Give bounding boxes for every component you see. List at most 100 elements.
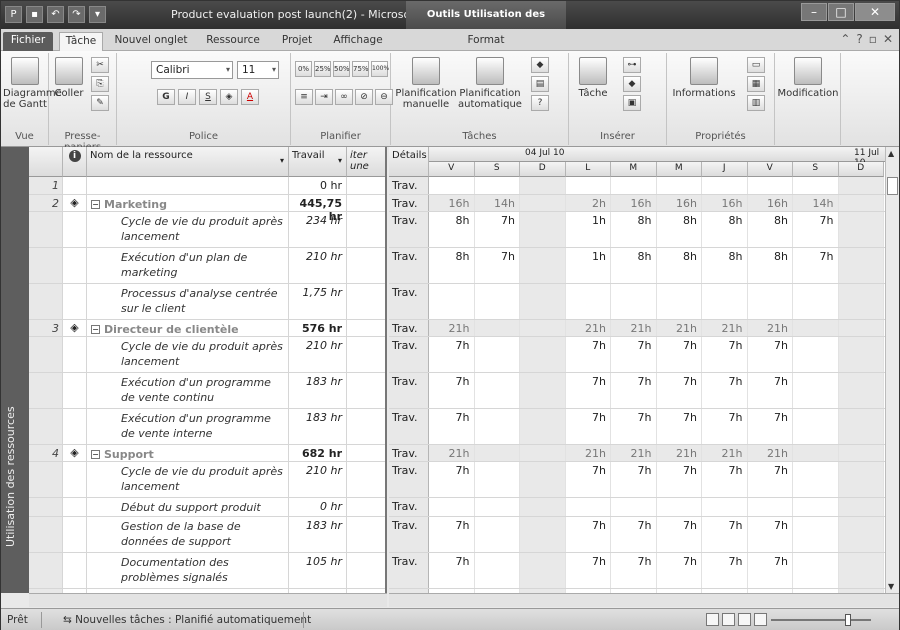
work-hours-cell[interactable]: 7h [566,409,611,444]
work-hours-cell[interactable] [793,284,839,319]
work-hours-cell[interactable] [475,337,520,372]
work-hours-cell[interactable]: 2h [565,195,611,211]
work-hours-cell[interactable] [793,409,839,444]
resource-name[interactable]: − Directeur de clientèle [87,320,289,336]
column-header-work[interactable]: Travail ▾ [289,147,347,177]
close-doc-icon[interactable]: ✕ [883,32,893,46]
tab-file[interactable]: Fichier [3,32,53,51]
work-hours-cell[interactable]: 8h [748,248,793,283]
work-hours-cell[interactable] [748,498,793,516]
work-value[interactable]: 234 hr [289,212,347,247]
work-hours-cell[interactable]: 8h [657,248,702,283]
row-id[interactable]: 3 [29,320,63,336]
work-hours-cell[interactable]: 7h [429,462,475,497]
inspect-icon[interactable]: ◆ [531,57,549,73]
work-hours-cell[interactable] [748,284,793,319]
resource-row[interactable]: Exécution d'un plan de marketing 210 hr [29,248,385,284]
column-header-name[interactable]: Nom de la ressource ▾ [87,147,289,177]
work-hours-cell[interactable] [429,284,475,319]
work-hours-cell[interactable] [838,498,884,516]
work-hours-cell[interactable] [520,320,566,336]
work-hours-cell[interactable] [793,462,839,497]
work-hours-cell[interactable]: 7h [702,462,748,497]
work-hours-cell[interactable]: 7h [657,553,702,588]
work-hours-cell[interactable] [520,498,566,516]
work-hours-cell[interactable] [520,248,566,283]
row-id[interactable] [29,337,63,372]
resource-row[interactable]: Cycle de vie du produit après lancement 2… [29,337,385,373]
work-hours-cell[interactable] [611,177,657,194]
day-header[interactable]: J [702,162,748,177]
resource-name[interactable]: Cycle de vie du produit après lancement [87,212,289,247]
work-hours-cell[interactable] [520,337,566,372]
day-header[interactable]: D [520,162,566,177]
work-value[interactable]: 210 hr [289,462,347,497]
work-hours-cell[interactable] [793,337,839,372]
work-hours-cell[interactable]: 8h [748,212,793,247]
resource-sheet-view-icon[interactable] [754,613,767,626]
work-hours-cell[interactable]: 7h [657,337,702,372]
work-hours-cell[interactable] [474,445,520,461]
row-id[interactable] [29,212,63,247]
work-hours-cell[interactable]: 16h [702,195,748,211]
row-id[interactable] [29,409,63,444]
fill-color-icon[interactable]: ◈ [220,89,238,105]
work-value[interactable]: 1,75 hr [289,284,347,319]
work-hours-cell[interactable] [793,445,839,461]
work-hours-cell[interactable]: 7h [566,373,611,408]
row-id[interactable] [29,553,63,588]
add-column-cell[interactable] [347,517,385,552]
work-hours-cell[interactable] [520,373,566,408]
work-hours-cell[interactable] [475,553,520,588]
paste-button[interactable]: Coller [53,57,85,99]
work-hours-cell[interactable]: 7h [429,373,475,408]
resource-row[interactable]: Cycle de vie du produit après lancement 2… [29,462,385,498]
work-hours-cell[interactable]: 7h [429,337,475,372]
filter-arrow-icon[interactable]: ▾ [338,156,342,165]
resource-row[interactable]: Documentation des problèmes signalés 105 … [29,553,385,589]
work-hours-cell[interactable]: 16h [429,195,475,211]
work-hours-cell[interactable] [793,553,839,588]
work-hours-cell[interactable] [520,284,566,319]
work-value[interactable]: 576 hr [289,320,347,336]
day-header[interactable]: S [474,162,520,177]
row-id[interactable]: 1 [29,177,63,194]
resource-row[interactable]: Cycle de vie du produit après lancement 2… [29,212,385,248]
font-size-combo[interactable]: 11 ▾ [237,61,279,79]
resource-row[interactable]: Processus d'analyse centrée sur le clien… [29,284,385,320]
collapse-icon[interactable]: − [91,200,100,209]
work-hours-cell[interactable]: 7h [611,517,657,552]
work-hours-cell[interactable] [838,409,884,444]
work-hours-cell[interactable]: 7h [611,337,657,372]
row-id[interactable] [29,248,63,283]
add-column-cell[interactable] [347,553,385,588]
add-to-timeline-icon[interactable]: ▥ [747,95,765,111]
gantt-chart-button[interactable]: Diagramme de Gantt [3,57,62,110]
work-hours-cell[interactable] [657,177,702,194]
font-name-combo[interactable]: Calibri ▾ [151,61,233,79]
details-icon[interactable]: ▦ [747,76,765,92]
work-hours-cell[interactable]: 1h [566,212,611,247]
work-hours-cell[interactable]: 21h [611,320,657,336]
work-hours-cell[interactable]: 7h [702,517,748,552]
resource-name[interactable]: − Support [87,445,289,461]
work-hours-cell[interactable] [702,177,748,194]
undo-icon[interactable]: ↶ [47,6,64,23]
resource-row[interactable]: 3 ◈ − Directeur de clientèle 576 hr [29,320,385,337]
work-hours-cell[interactable]: 7h [748,462,793,497]
work-value[interactable]: 183 hr [289,373,347,408]
work-hours-cell[interactable] [475,177,520,194]
work-hours-cell[interactable] [520,409,566,444]
right-horizontal-scrollbar[interactable] [389,593,899,607]
work-value[interactable]: 210 hr [289,337,347,372]
work-hours-cell[interactable]: 7h [702,409,748,444]
row-id[interactable] [29,284,63,319]
collapse-icon[interactable]: − [91,325,100,334]
row-id[interactable] [29,498,63,516]
day-header[interactable]: V [747,162,793,177]
work-hours-cell[interactable]: 7h [611,553,657,588]
resource-name[interactable]: Processus d'analyse centrée sur le clien… [87,284,289,319]
minimize-icon[interactable]: – [801,3,827,21]
resource-name[interactable]: Gestion de la base de données de support [87,517,289,552]
row-id[interactable] [29,373,63,408]
